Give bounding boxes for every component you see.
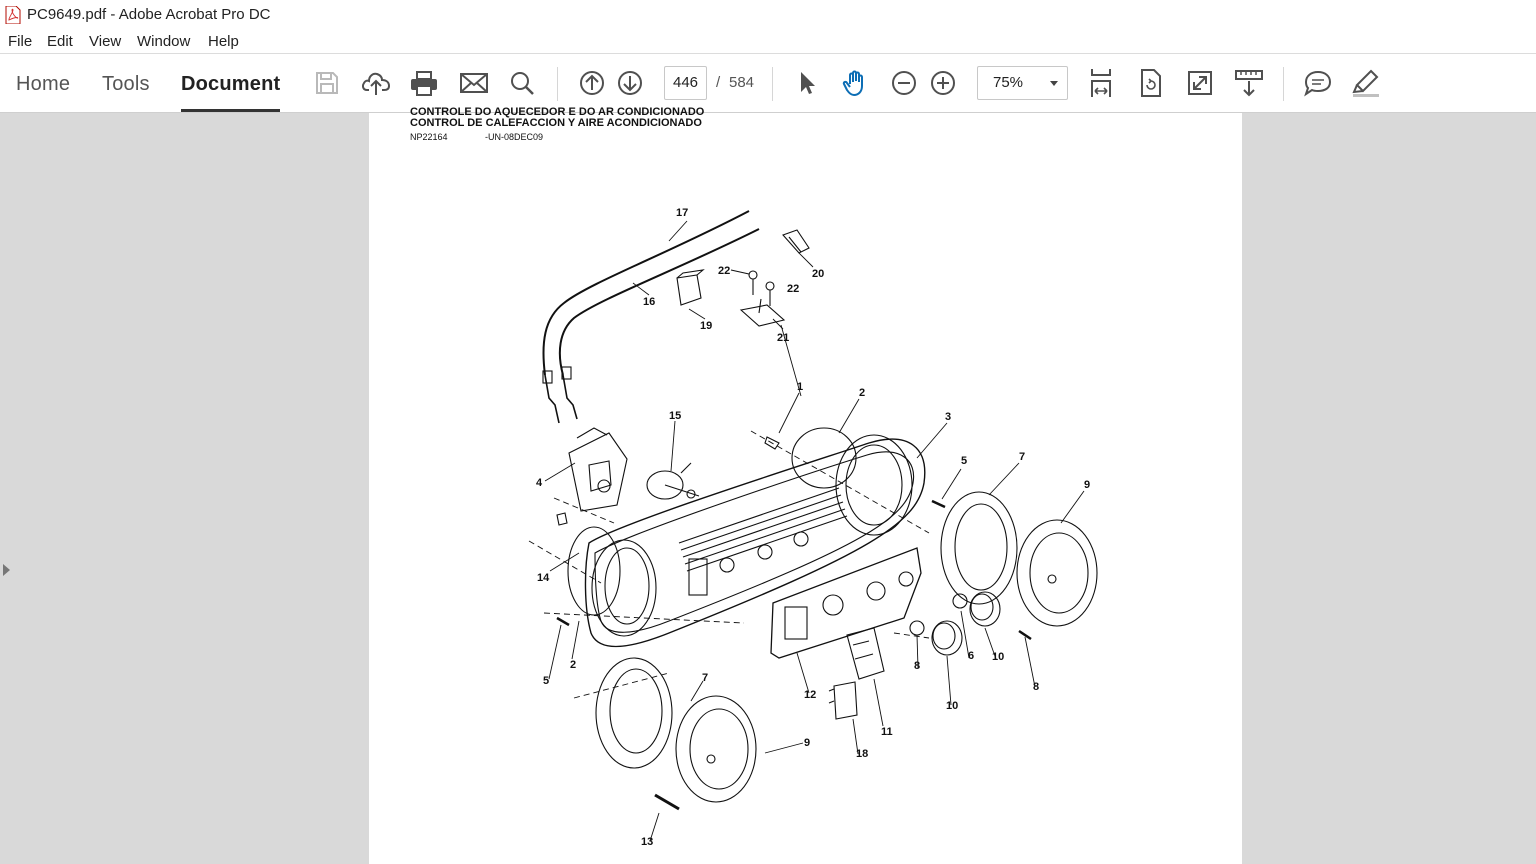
callout-label: 9 [804, 737, 810, 749]
callout-label: 10 [946, 700, 958, 712]
comment-icon[interactable] [1303, 68, 1333, 98]
pdf-page[interactable]: CONTROLE DO AQUECEDOR E DO AR CONDICIONA… [369, 106, 1242, 864]
toolbar: Home Tools Document 446 / 584 75% [0, 55, 1536, 113]
callout-label: 8 [1033, 681, 1039, 693]
toolbar-separator [772, 67, 773, 101]
callout-label: 20 [812, 268, 824, 280]
callout-label: 4 [536, 477, 543, 489]
callout-label: 7 [1019, 451, 1025, 463]
zoom-select[interactable]: 75% [977, 66, 1068, 100]
hand-icon[interactable] [841, 68, 871, 98]
callout-label: 9 [1084, 479, 1090, 491]
menu-window[interactable]: Window [137, 33, 190, 50]
save-icon[interactable] [312, 68, 342, 98]
exploded-parts-diagram: 17 16 19 20 22 22 21 1 2 3 15 4 5 7 9 14… [528, 207, 1098, 848]
window-title: PC9649.pdf - Adobe Acrobat Pro DC [27, 6, 271, 23]
menu-file[interactable]: File [8, 33, 32, 50]
tab-document[interactable]: Document [181, 73, 280, 96]
rotate-icon[interactable] [1136, 68, 1166, 98]
callout-label: 3 [945, 411, 951, 423]
callout-label: 13 [641, 836, 653, 848]
upload-cloud-icon[interactable] [361, 68, 391, 98]
callout-label: 18 [856, 748, 868, 760]
menu-edit[interactable]: Edit [47, 33, 73, 50]
expand-left-panel-icon[interactable] [3, 564, 10, 576]
callout-label: 12 [804, 689, 816, 701]
email-icon[interactable] [459, 68, 489, 98]
total-pages: 584 [729, 74, 755, 91]
callout-label: 19 [700, 320, 712, 332]
callout-label: 8 [914, 660, 920, 672]
print-icon[interactable] [409, 68, 439, 98]
search-icon[interactable] [507, 68, 537, 98]
callout-label: 16 [643, 296, 655, 308]
select-arrow-icon[interactable] [792, 68, 822, 98]
callout-label: 2 [570, 659, 576, 671]
pdf-file-icon [5, 6, 21, 24]
callout-label: 14 [537, 572, 550, 584]
toolbar-separator [1283, 67, 1284, 101]
title-bar: PC9649.pdf - Adobe Acrobat Pro DC [0, 0, 1536, 30]
zoom-value: 75% [993, 74, 1024, 91]
page-separator: / [716, 74, 721, 91]
callout-label: 5 [543, 675, 549, 687]
page-number-input[interactable]: 446 [664, 66, 707, 100]
callout-label: 11 [881, 726, 893, 738]
callout-label: 6 [968, 650, 974, 662]
callout-label: 22 [718, 265, 730, 277]
callout-label: 17 [676, 207, 688, 219]
callout-label: 2 [859, 387, 865, 399]
callout-label: 21 [777, 332, 789, 344]
chevron-down-icon [1050, 81, 1058, 86]
menu-bar: File Edit View Window Help [0, 30, 1536, 54]
menu-view[interactable]: View [89, 33, 121, 50]
toolbar-separator [557, 67, 558, 101]
callout-label: 15 [669, 410, 681, 422]
next-page-icon[interactable] [615, 68, 645, 98]
callout-label: 5 [961, 455, 967, 467]
callout-label: 10 [992, 651, 1004, 663]
zoom-out-icon[interactable] [889, 68, 919, 98]
scroll-mode-icon[interactable] [1234, 68, 1264, 98]
menu-help[interactable]: Help [208, 33, 239, 50]
zoom-in-icon[interactable] [928, 68, 958, 98]
fit-page-icon[interactable] [1086, 68, 1116, 98]
callout-label: 22 [787, 283, 799, 295]
highlight-pen-icon[interactable] [1351, 68, 1381, 98]
document-workspace[interactable]: CONTROLE DO AQUECEDOR E DO AR CONDICIONA… [0, 106, 1536, 864]
tab-tools[interactable]: Tools [102, 73, 150, 96]
active-tab-indicator [181, 109, 280, 112]
tab-home[interactable]: Home [16, 73, 70, 96]
full-screen-icon[interactable] [1185, 68, 1215, 98]
callout-label: 7 [702, 672, 708, 684]
callout-label: 1 [797, 381, 803, 393]
previous-page-icon[interactable] [577, 68, 607, 98]
